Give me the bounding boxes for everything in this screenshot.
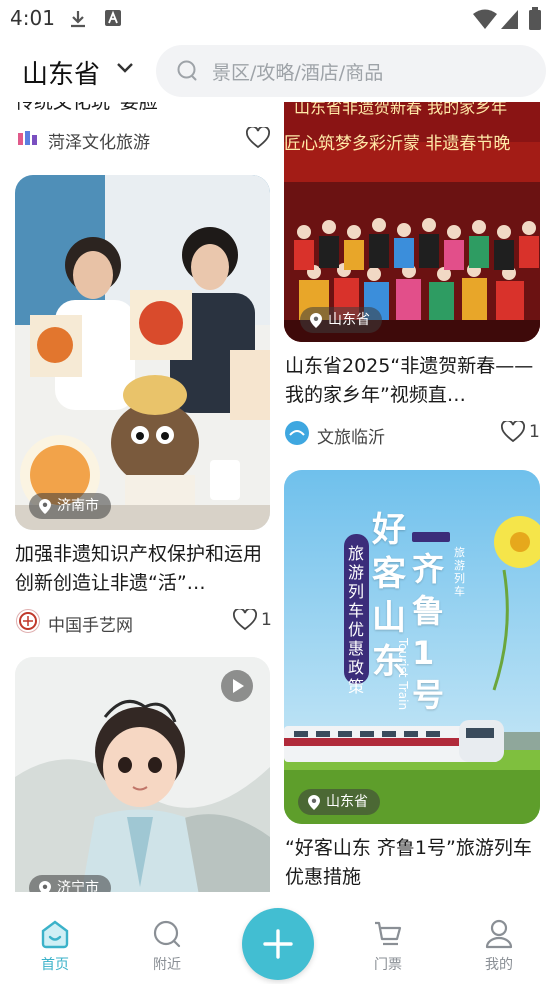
post-card-image[interactable]: 济南市 bbox=[15, 175, 270, 530]
card-title[interactable]: 加强非遗知识产权保护和运用 创新创造让非遗“活”… bbox=[15, 540, 273, 598]
province-selector[interactable]: 山东省 bbox=[22, 54, 100, 91]
photo-exhibition bbox=[15, 175, 270, 530]
poster-sub-text: 旅游列车 bbox=[454, 546, 465, 598]
card-title[interactable]: 传统文化玩“要脸” bbox=[15, 102, 270, 117]
author-name[interactable]: 文旅临沂 bbox=[317, 423, 385, 448]
nav-tickets-label: 门票 bbox=[374, 957, 402, 973]
heart-icon bbox=[233, 609, 257, 631]
location-pin-icon bbox=[310, 312, 322, 328]
poster-tag-text: 旅游列车优惠政策 bbox=[347, 544, 364, 696]
location-text: 山东省 bbox=[326, 794, 368, 810]
poster-title-line2: 齐鲁1号 bbox=[412, 550, 445, 714]
nearby-search-icon bbox=[153, 920, 181, 948]
location-text: 济南市 bbox=[57, 498, 99, 514]
nav-profile-label: 我的 bbox=[485, 957, 513, 973]
nav-home-label: 首页 bbox=[41, 957, 69, 973]
like-count: 1 bbox=[529, 422, 540, 442]
location-pin-icon bbox=[39, 498, 51, 514]
post-card-image[interactable]: 山东省非遗贺新春 我的家乡年 匠心筑梦多彩沂蒙 非遗春节晚 山东省 bbox=[284, 102, 540, 342]
plus-icon bbox=[263, 929, 293, 959]
location-badge: 山东省 bbox=[298, 789, 380, 815]
author-name[interactable]: 菏泽文化旅游 bbox=[48, 128, 150, 153]
post-card-video[interactable]: 济宁市 bbox=[15, 657, 270, 892]
cart-icon bbox=[375, 921, 402, 946]
author-avatar bbox=[285, 421, 309, 445]
search-input[interactable]: 景区/攻略/酒店/商品 bbox=[156, 45, 546, 97]
user-icon bbox=[485, 919, 513, 949]
cell-signal-icon bbox=[501, 10, 518, 29]
location-badge: 济宁市 bbox=[29, 875, 111, 892]
location-text: 山东省 bbox=[328, 312, 370, 328]
card-title[interactable]: 山东省2025“非遗贺新春——我的家乡年”视频直… bbox=[285, 352, 543, 410]
chevron-down-icon[interactable] bbox=[116, 62, 134, 74]
poster-en-text: Tourist Train bbox=[396, 638, 410, 711]
content-feed[interactable]: 传统文化玩“要脸” 菏泽文化旅游 济南市 加强非遗知识产权保护和运用 创新创造让… bbox=[0, 102, 553, 892]
top-header: 山东省 景区/攻略/酒店/商品 bbox=[0, 38, 553, 102]
status-time: 4:01 bbox=[10, 6, 55, 30]
heart-icon[interactable] bbox=[246, 127, 270, 149]
like-button[interactable]: 1 bbox=[233, 609, 272, 631]
wifi-icon bbox=[473, 9, 497, 29]
author-avatar bbox=[16, 127, 40, 151]
location-badge: 山东省 bbox=[300, 307, 382, 333]
publish-button[interactable] bbox=[242, 908, 314, 980]
heart-icon bbox=[501, 421, 525, 443]
like-button[interactable]: 1 bbox=[501, 421, 540, 443]
download-icon bbox=[71, 11, 85, 28]
like-count: 1 bbox=[261, 610, 272, 630]
search-icon bbox=[177, 60, 197, 81]
home-icon bbox=[41, 920, 69, 949]
nav-home[interactable]: 首页 bbox=[20, 918, 90, 974]
play-icon bbox=[233, 679, 244, 693]
author-avatar bbox=[16, 609, 40, 633]
battery-icon bbox=[529, 7, 541, 30]
status-bar: 4:01 bbox=[0, 0, 553, 38]
location-pin-icon bbox=[308, 794, 320, 810]
location-text: 济宁市 bbox=[57, 880, 99, 892]
location-badge: 济南市 bbox=[29, 493, 111, 519]
image-banner-text: 山东省非遗贺新春 我的家乡年 bbox=[294, 102, 508, 117]
play-button[interactable] bbox=[221, 670, 253, 702]
nav-nearby[interactable]: 附近 bbox=[132, 918, 202, 974]
nav-nearby-label: 附近 bbox=[153, 957, 181, 973]
search-placeholder: 景区/攻略/酒店/商品 bbox=[212, 62, 384, 84]
card-title[interactable]: “好客山东 齐鲁1号”旅游列车优惠措施 bbox=[285, 834, 543, 892]
image-slogan-text: 匠心筑梦多彩沂蒙 非遗春节晚 bbox=[284, 134, 511, 154]
author-name[interactable]: 中国手艺网 bbox=[48, 611, 133, 636]
nav-profile[interactable]: 我的 bbox=[464, 918, 534, 974]
nav-tickets[interactable]: 门票 bbox=[353, 918, 423, 974]
post-card-image[interactable]: 好客山东 齐鲁1号 旅游列车优惠政策 旅游列车 Tourist Train 山东… bbox=[284, 470, 540, 824]
location-pin-icon bbox=[39, 880, 51, 892]
notification-a-icon bbox=[105, 10, 121, 26]
